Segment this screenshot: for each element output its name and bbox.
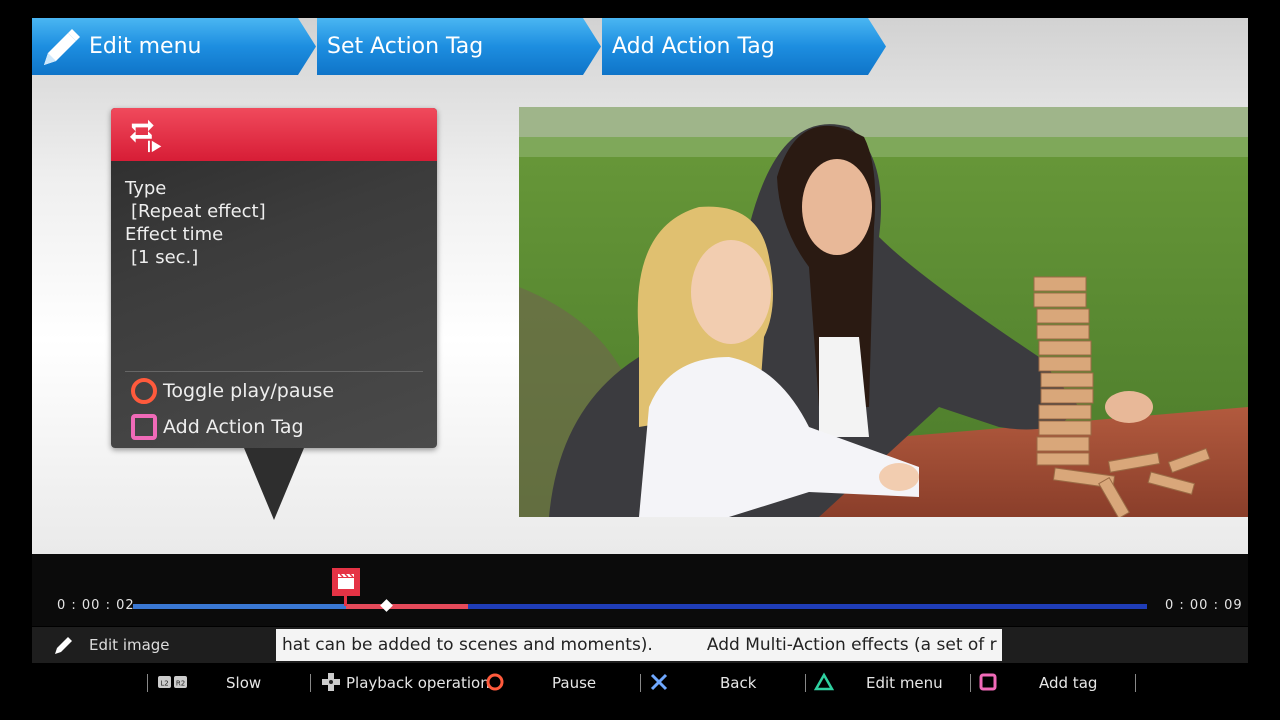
control-separator <box>640 674 641 692</box>
action-tag-range <box>345 604 468 609</box>
breadcrumb-label: Edit menu <box>89 34 202 59</box>
action-label: Add Action Tag <box>163 416 304 438</box>
effect-time-label: Effect time <box>125 224 224 245</box>
circle-button-icon <box>486 673 504 691</box>
dpad-icon <box>322 673 340 691</box>
control-back[interactable]: Back <box>720 674 756 692</box>
pencil-icon <box>38 25 84 71</box>
panel-header <box>111 108 437 161</box>
breadcrumb-label: Add Action Tag <box>612 34 775 59</box>
circle-button-icon <box>131 378 157 404</box>
end-time: 0 : 00 : 09 <box>1165 598 1243 613</box>
control-separator <box>970 674 971 692</box>
breadcrumb-add-action-tag[interactable]: Add Action Tag <box>602 18 886 75</box>
action-info-panel: Type [Repeat effect] Effect time [1 sec.… <box>111 108 437 448</box>
svg-text:L2: L2 <box>160 680 168 688</box>
action-tag-marker-stem <box>344 596 348 606</box>
current-time: 0 : 00 : 02 <box>57 598 135 613</box>
type-value: [Repeat effect] <box>131 201 266 222</box>
pencil-icon <box>55 637 72 654</box>
control-separator <box>805 674 806 692</box>
control-separator <box>310 674 311 692</box>
timeline-area <box>32 554 1248 626</box>
triangle-button-icon <box>814 672 834 691</box>
square-button-icon <box>979 673 997 691</box>
panel-divider <box>125 371 423 372</box>
action-tag-marker-icon[interactable] <box>331 568 360 596</box>
repeat-effect-icon <box>129 119 162 153</box>
breadcrumb-label: Set Action Tag <box>327 34 484 59</box>
control-separator <box>147 674 148 692</box>
toggle-play-pause-action[interactable]: Toggle play/pause <box>131 378 334 404</box>
control-slow[interactable]: Slow <box>226 674 261 692</box>
control-pause[interactable]: Pause <box>552 674 596 692</box>
effect-time-value: [1 sec.] <box>131 247 199 268</box>
svg-text:R2: R2 <box>176 680 185 688</box>
type-label: Type <box>125 178 167 199</box>
timeline-played <box>133 604 346 609</box>
l2r2-icon: L2 R2 <box>158 676 187 688</box>
panel-body: Type [Repeat effect] Effect time [1 sec.… <box>111 161 437 269</box>
control-separator <box>1135 674 1136 692</box>
breadcrumb-edit-menu[interactable]: Edit menu <box>32 18 316 75</box>
video-preview <box>519 107 1248 517</box>
control-edit-menu[interactable]: Edit menu <box>866 674 943 692</box>
panel-pointer <box>244 448 304 520</box>
breadcrumb-set-action-tag[interactable]: Set Action Tag <box>317 18 601 75</box>
ticker-text: hat can be added to scenes and moments).… <box>282 635 997 655</box>
cross-button-icon <box>650 673 668 691</box>
action-label: Toggle play/pause <box>163 380 335 402</box>
help-ticker: hat can be added to scenes and moments).… <box>276 629 1002 661</box>
add-action-tag-action[interactable]: Add Action Tag <box>131 414 304 440</box>
control-add-tag[interactable]: Add tag <box>1039 674 1097 692</box>
square-button-icon <box>131 414 157 440</box>
control-playback-operation[interactable]: Playback operation <box>346 674 490 692</box>
edit-image-label[interactable]: Edit image <box>89 636 170 654</box>
editor-stage: Edit menu Set Action Tag Add Action Tag … <box>32 18 1248 554</box>
